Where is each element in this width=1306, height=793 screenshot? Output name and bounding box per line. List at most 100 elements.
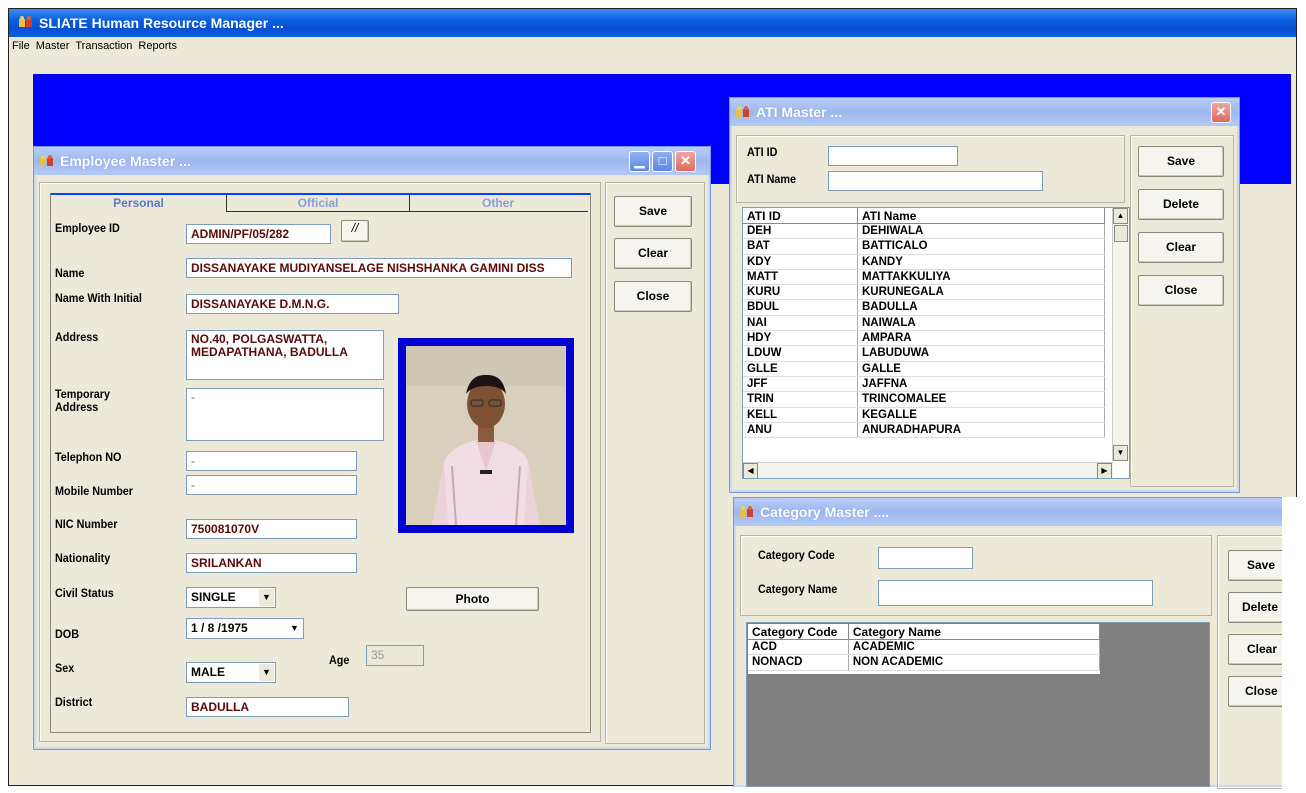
ati-horizontal-scrollbar[interactable]: ◀ ▶ — [743, 462, 1113, 478]
category-col-name[interactable]: Category Name — [848, 624, 1100, 640]
category-name-cell: ACADEMIC — [848, 639, 1100, 656]
table-row[interactable]: MATT MATTAKKULIYA — [743, 269, 1105, 286]
name-initial-label: Name With Initial — [55, 291, 142, 305]
menu-master[interactable]: Master — [33, 37, 73, 52]
menu-transaction[interactable]: Transaction — [72, 37, 135, 52]
ati-col-id[interactable]: ATI ID — [743, 208, 858, 224]
scroll-up-icon[interactable]: ▲ — [1113, 208, 1128, 224]
ati-id-label: ATI ID — [747, 145, 778, 159]
ati-id-cell: TRIN — [743, 391, 858, 408]
ati-name-cell: AMPARA — [857, 330, 1105, 347]
ati-grid[interactable]: ATI ID ATI Name DEH DEHIWALA BAT BATTICALO… — [742, 207, 1130, 479]
close-icon[interactable]: ✕ — [1211, 102, 1231, 123]
ati-id-cell: KELL — [743, 407, 858, 423]
delete-button[interactable]: Delete — [1138, 189, 1224, 220]
table-row[interactable]: JFF JAFFNA — [743, 376, 1105, 393]
category-col-code[interactable]: Category Code — [748, 624, 849, 640]
category-code-cell: NONACD — [748, 654, 849, 671]
table-row[interactable]: GLLE GALLE — [743, 361, 1105, 377]
nationality-field[interactable]: SRILANKAN — [186, 553, 357, 573]
menu-reports[interactable]: Reports — [135, 37, 180, 52]
category-grid[interactable]: Category Code Category Name ACD ACADEMIC … — [746, 622, 1210, 787]
name-field[interactable]: DISSANAYAKE MUDIYANSELAGE NISHSHANKA GAM… — [186, 258, 572, 278]
name-initial-field[interactable]: DISSANAYAKE D.M.N.G. — [186, 294, 399, 314]
menu-file[interactable]: File — [9, 37, 33, 52]
save-button[interactable]: Save — [614, 196, 692, 227]
ati-name-cell: MATTAKKULIYA — [857, 269, 1105, 286]
table-row[interactable]: BAT BATTICALO — [743, 238, 1105, 255]
table-row[interactable]: TRIN TRINCOMALEE — [743, 391, 1105, 408]
tab-official[interactable]: Official — [226, 195, 410, 212]
category-grid-rows: Category Code Category Name ACD ACADEMIC … — [748, 624, 1100, 674]
mobile-field[interactable]: - — [186, 475, 357, 495]
ati-name-cell: KEGALLE — [857, 407, 1105, 423]
category-name-field[interactable] — [878, 580, 1153, 606]
name-label: Name — [55, 266, 85, 280]
table-row[interactable]: ANU ANURADHAPURA — [743, 422, 1105, 439]
scroll-thumb[interactable] — [1114, 225, 1128, 242]
telephone-field[interactable]: - — [186, 451, 357, 471]
tab-other[interactable]: Other — [408, 195, 588, 212]
ati-name-field[interactable] — [828, 171, 1043, 191]
scroll-right-icon[interactable]: ▶ — [1097, 463, 1112, 478]
category-title-bar[interactable]: Category Master .... — [734, 498, 1294, 526]
close-button[interactable]: Close — [1138, 275, 1224, 306]
employee-id-label: Employee ID — [55, 221, 120, 235]
dob-label: DOB — [55, 627, 80, 641]
maximize-icon[interactable]: □ — [652, 151, 673, 172]
app-title-bar[interactable]: SLIATE Human Resource Manager ... — [9, 9, 1296, 37]
scroll-left-icon[interactable]: ◀ — [743, 463, 758, 478]
table-row[interactable]: NONACD NON ACADEMIC — [748, 654, 1100, 671]
mobile-label: Mobile Number — [55, 484, 134, 498]
app-title: SLIATE Human Resource Manager ... — [39, 15, 284, 31]
category-name-cell: NON ACADEMIC — [848, 654, 1100, 671]
sex-select[interactable]: MALE ▼ — [186, 662, 276, 683]
table-row[interactable]: BDUL BADULLA — [743, 299, 1105, 316]
table-row[interactable]: NAI NAIWALA — [743, 315, 1105, 332]
employee-id-field[interactable]: ADMIN/PF/05/282 — [186, 224, 331, 244]
ati-vertical-scrollbar[interactable]: ▲ ▼ — [1112, 208, 1129, 461]
tab-personal[interactable]: Personal — [51, 195, 226, 211]
close-button[interactable]: Close — [614, 281, 692, 312]
civil-status-select[interactable]: SINGLE ▼ — [186, 587, 276, 608]
temp-address-field[interactable]: - — [186, 388, 384, 441]
district-field[interactable]: BADULLA — [186, 697, 349, 717]
ati-id-cell: BAT — [743, 238, 858, 255]
address-field[interactable]: NO.40, POLGASWATTA, MEDAPATHANA, BADULLA — [186, 330, 384, 380]
ati-id-cell: KDY — [743, 254, 858, 270]
ati-name-cell: ANURADHAPURA — [857, 422, 1105, 439]
table-row[interactable]: KDY KANDY — [743, 254, 1105, 270]
table-row[interactable]: ACD ACADEMIC — [748, 639, 1100, 656]
table-row[interactable]: LDUW LABUDUWA — [743, 345, 1105, 362]
category-title: Category Master .... — [760, 504, 890, 520]
save-button[interactable]: Save — [1138, 146, 1224, 177]
photo-button[interactable]: Photo — [406, 587, 539, 611]
employee-title-bar[interactable]: Employee Master ... ▁ □ ✕ — [34, 147, 710, 175]
chevron-down-icon[interactable]: ▼ — [259, 589, 274, 606]
ati-id-cell: KURU — [743, 284, 858, 301]
scroll-down-icon[interactable]: ▼ — [1113, 445, 1128, 461]
clear-button[interactable]: Clear — [1138, 232, 1224, 263]
ati-id-field[interactable] — [828, 146, 958, 166]
table-row[interactable]: KELL KEGALLE — [743, 407, 1105, 423]
table-row[interactable]: KURU KURUNEGALA — [743, 284, 1105, 301]
id-lookup-button[interactable]: // — [341, 220, 369, 242]
ati-title-bar[interactable]: ATI Master ... ✕ — [730, 98, 1239, 126]
outer-margin — [1282, 497, 1306, 793]
chevron-down-icon[interactable]: ▼ — [287, 620, 302, 637]
category-code-label: Category Code — [758, 548, 835, 562]
dob-picker[interactable]: 1 / 8 /1975 ▼ — [186, 618, 304, 639]
district-label: District — [55, 695, 93, 709]
ati-col-name[interactable]: ATI Name — [857, 208, 1105, 224]
sex-label: Sex — [55, 661, 75, 675]
table-row[interactable]: HDY AMPARA — [743, 330, 1105, 347]
close-icon[interactable]: ✕ — [675, 151, 696, 172]
ati-window-icon — [736, 106, 749, 117]
nic-field[interactable]: 750081070V — [186, 519, 357, 539]
table-row[interactable]: DEH DEHIWALA — [743, 223, 1105, 240]
category-code-field[interactable] — [878, 547, 973, 569]
chevron-down-icon[interactable]: ▼ — [259, 664, 274, 681]
clear-button[interactable]: Clear — [614, 238, 692, 269]
minimize-icon[interactable]: ▁ — [629, 151, 650, 172]
sex-value: MALE — [191, 665, 225, 679]
